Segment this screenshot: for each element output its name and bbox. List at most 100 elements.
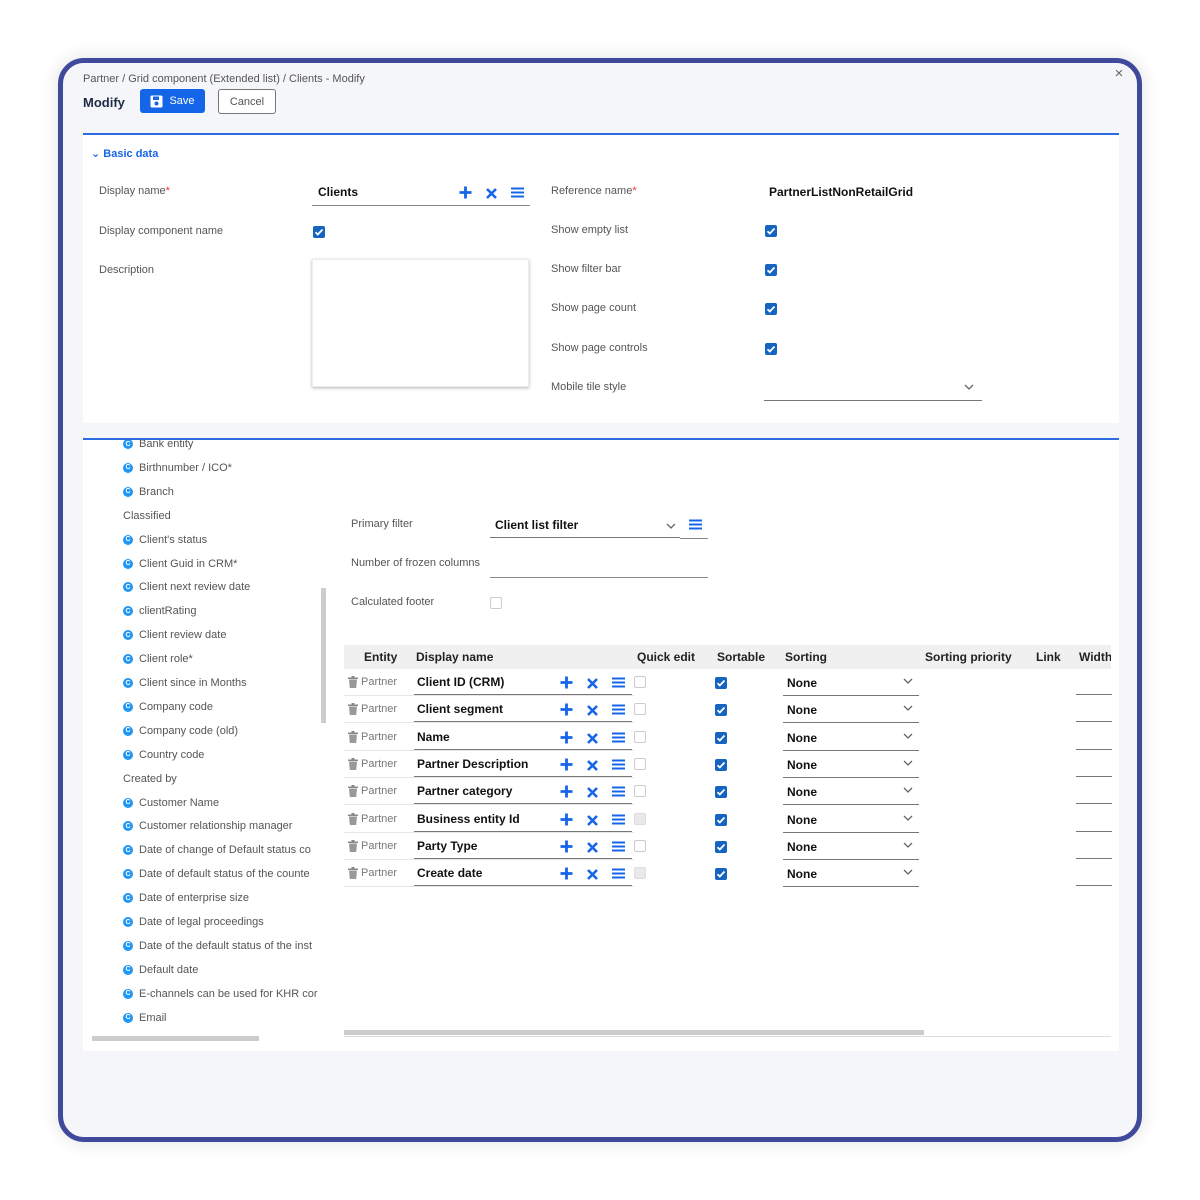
clear-icon[interactable]: [587, 787, 598, 799]
width-input[interactable]: [1076, 775, 1112, 777]
width-input[interactable]: [1076, 885, 1112, 887]
show-empty-list-checkbox[interactable]: [765, 225, 777, 237]
width-input[interactable]: [1076, 803, 1112, 805]
save-button[interactable]: Save: [140, 89, 205, 113]
basic-data-toggle[interactable]: ⌄ Basic data: [91, 147, 158, 160]
display-name-input[interactable]: Name: [417, 730, 450, 744]
sortable-checkbox[interactable]: [715, 677, 727, 689]
chevron-down-icon: [903, 678, 913, 684]
col-display-name: Display name: [416, 650, 494, 664]
checkmark-icon: [716, 870, 726, 878]
sorting-select[interactable]: None: [783, 702, 919, 724]
sorting-select[interactable]: None: [783, 757, 919, 778]
clear-icon[interactable]: [486, 188, 497, 199]
display-name-input[interactable]: Clients: [318, 185, 358, 199]
cancel-button[interactable]: Cancel: [218, 89, 276, 114]
width-input[interactable]: [1076, 830, 1112, 832]
clear-icon[interactable]: [587, 869, 598, 881]
width-input[interactable]: [1076, 748, 1112, 750]
add-icon[interactable]: [560, 731, 573, 744]
display-name-underline: [414, 694, 632, 695]
quick-edit-checkbox[interactable]: [634, 757, 646, 770]
tree-item[interactable]: C Branch: [123, 486, 320, 498]
add-icon[interactable]: [560, 703, 573, 716]
sorting-select[interactable]: None: [783, 784, 919, 806]
width-input[interactable]: [1076, 857, 1112, 859]
sortable-checkbox[interactable]: [715, 731, 727, 744]
menu-icon[interactable]: [612, 759, 625, 770]
close-icon[interactable]: ×: [1111, 65, 1127, 82]
trash-icon[interactable]: [348, 839, 358, 852]
display-name-underline: [414, 830, 632, 832]
add-icon[interactable]: [560, 840, 573, 853]
sortable-checkbox[interactable]: [715, 758, 727, 771]
trash-icon[interactable]: [348, 730, 358, 743]
clear-icon[interactable]: [587, 732, 598, 744]
sortable-checkbox[interactable]: [715, 840, 727, 853]
add-icon[interactable]: [560, 813, 573, 826]
sortable-checkbox[interactable]: [715, 786, 727, 799]
sorting-select[interactable]: None: [783, 675, 919, 696]
sorting-select[interactable]: None: [783, 812, 919, 833]
clear-icon[interactable]: [587, 814, 598, 826]
quick-edit-checkbox[interactable]: [634, 730, 646, 743]
quick-edit-checkbox[interactable]: [634, 839, 646, 852]
trash-icon[interactable]: [348, 757, 358, 770]
width-input[interactable]: [1076, 721, 1112, 723]
sortable-checkbox[interactable]: [715, 813, 727, 826]
width-input[interactable]: [1076, 694, 1112, 695]
display-name-input[interactable]: Business entity Id: [417, 812, 520, 826]
table-row: Partner Name None: [344, 724, 1112, 751]
menu-icon[interactable]: [612, 677, 625, 688]
sorting-select[interactable]: None: [783, 866, 919, 888]
quick-edit-checkbox[interactable]: [634, 785, 646, 798]
trash-icon[interactable]: [348, 812, 358, 825]
clear-icon[interactable]: [587, 759, 598, 771]
clear-icon[interactable]: [587, 841, 598, 853]
clear-icon[interactable]: [587, 678, 598, 689]
menu-icon[interactable]: [612, 814, 625, 825]
menu-icon[interactable]: [511, 187, 524, 198]
sorting-select[interactable]: None: [783, 839, 919, 860]
trash-icon[interactable]: [348, 867, 358, 880]
trash-icon[interactable]: [348, 785, 358, 798]
tree-item[interactable]: C Bank entity: [123, 440, 320, 450]
display-name-input[interactable]: Client ID (CRM): [417, 675, 504, 689]
add-icon[interactable]: [560, 785, 573, 798]
sortable-checkbox[interactable]: [715, 868, 727, 881]
description-textarea[interactable]: [312, 259, 529, 387]
checkmark-icon: [716, 843, 726, 851]
add-icon[interactable]: [560, 867, 573, 880]
mobile-tile-style-select[interactable]: [764, 375, 982, 401]
trash-icon[interactable]: [348, 676, 358, 688]
display-name-input[interactable]: Partner Description: [417, 757, 528, 771]
quick-edit-checkbox[interactable]: [634, 676, 646, 688]
menu-icon[interactable]: [612, 732, 625, 743]
show-page-count-checkbox[interactable]: [765, 303, 777, 315]
chevron-down-icon: [903, 815, 913, 821]
quick-edit-checkbox[interactable]: [634, 703, 646, 716]
menu-icon[interactable]: [612, 704, 625, 715]
display-name-underline: [414, 857, 632, 859]
clear-icon[interactable]: [587, 705, 598, 717]
show-filter-bar-checkbox[interactable]: [765, 264, 777, 276]
table-row: Partner Partner Description None: [344, 751, 1112, 778]
sorting-select[interactable]: None: [783, 730, 919, 751]
menu-icon[interactable]: [612, 868, 625, 879]
display-name-input[interactable]: Create date: [417, 866, 482, 880]
add-icon[interactable]: [459, 186, 472, 199]
show-page-controls-checkbox[interactable]: [765, 343, 777, 355]
trash-icon[interactable]: [348, 703, 358, 716]
menu-icon[interactable]: [612, 841, 625, 852]
sortable-checkbox[interactable]: [715, 704, 727, 717]
add-icon[interactable]: [560, 758, 573, 771]
display-name-input[interactable]: Client segment: [417, 702, 503, 716]
display-name-input[interactable]: Partner category: [417, 784, 512, 798]
tree-item[interactable]: C Birthnumber / ICO*: [123, 462, 320, 474]
entity-label: Partner: [361, 867, 398, 880]
add-icon[interactable]: [560, 676, 573, 689]
menu-icon[interactable]: [612, 786, 625, 797]
grid-horizontal-scrollbar[interactable]: [344, 1030, 924, 1035]
display-component-name-checkbox[interactable]: [313, 226, 325, 238]
display-name-input[interactable]: Party Type: [417, 839, 477, 853]
